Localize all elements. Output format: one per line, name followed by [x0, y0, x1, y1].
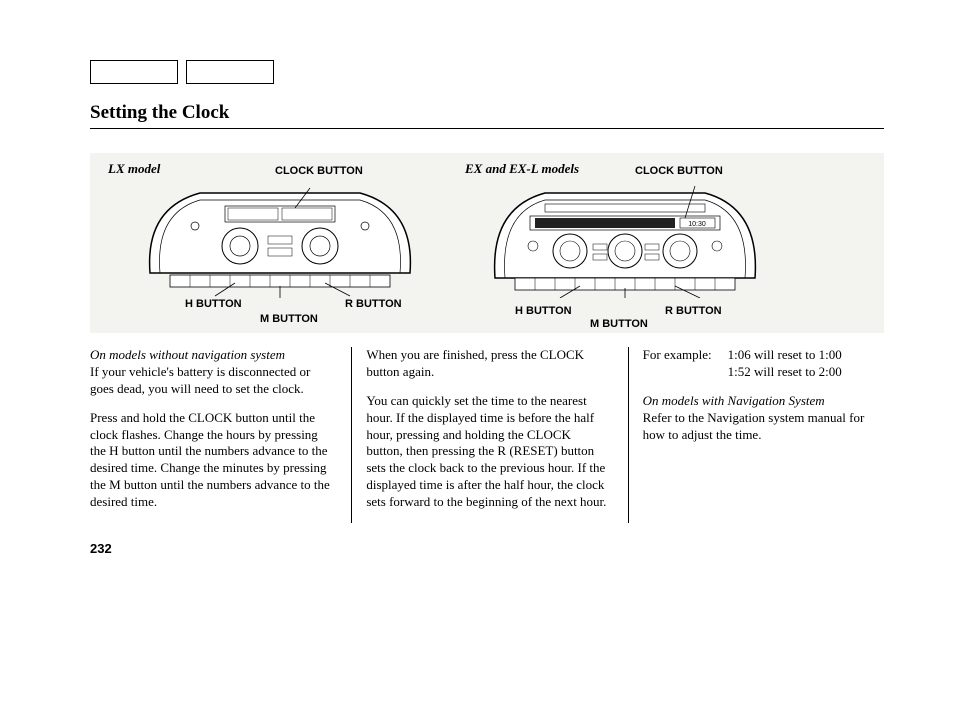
col3-example: For example: 1:06 will reset to 1:00 1:5… [643, 347, 884, 381]
example-line-2: 1:52 will reset to 2:00 [728, 364, 884, 381]
example-label: For example: [643, 347, 728, 364]
lx-h-button-label: H BUTTON [185, 298, 242, 310]
lx-clock-button-label: CLOCK BUTTON [275, 165, 363, 177]
title-rule [90, 128, 884, 129]
lx-r-button-label: R BUTTON [345, 298, 402, 310]
column-1: On models without navigation system If y… [90, 347, 331, 523]
col2-paragraph-1: When you are finished, press the CLOCK b… [366, 347, 607, 381]
text-columns: On models without navigation system If y… [90, 347, 884, 523]
diagram-area: LX model EX and EX-L models [90, 153, 884, 333]
diagram-ex-models-label: EX and EX-L models [465, 161, 579, 177]
ex-clock-button-label: CLOCK BUTTON [635, 165, 723, 177]
lx-dashboard-illustration [140, 178, 420, 298]
column-2: When you are finished, press the CLOCK b… [351, 347, 607, 523]
col2-paragraph-2: You can quickly set the time to the near… [366, 393, 607, 511]
col1-paragraph-2: Press and hold the CLOCK button until th… [90, 410, 331, 511]
ex-r-button-label: R BUTTON [665, 305, 722, 317]
lx-m-button-label: M BUTTON [260, 313, 318, 325]
col3-p2-lead-italic: On models with Navigation System [643, 393, 825, 408]
ex-m-button-label: M BUTTON [590, 318, 648, 330]
example-line-1: 1:06 will reset to 1:00 [728, 347, 884, 364]
section-title: Setting the Clock [90, 102, 884, 124]
page-number: 232 [90, 541, 884, 556]
page: Setting the Clock LX model EX and EX-L m… [0, 0, 954, 710]
col1-p1-lead-italic: On models without navigation system [90, 347, 285, 362]
header-box-1 [90, 60, 178, 84]
svg-text:10:30: 10:30 [688, 221, 706, 228]
col1-p1-body: If your vehicle's battery is disconnecte… [90, 364, 310, 396]
diagram-lx-model-label: LX model [108, 161, 160, 177]
col3-p2-body: Refer to the Navigation system manual fo… [643, 410, 865, 442]
column-3: For example: 1:06 will reset to 1:00 1:5… [628, 347, 884, 523]
ex-h-button-label: H BUTTON [515, 305, 572, 317]
header-box-2 [186, 60, 274, 84]
header-placeholder-boxes [90, 60, 884, 84]
col1-paragraph-1: On models without navigation system If y… [90, 347, 331, 398]
ex-dashboard-illustration: 10:30 [485, 178, 765, 298]
col3-paragraph-2: On models with Navigation System Refer t… [643, 393, 884, 444]
